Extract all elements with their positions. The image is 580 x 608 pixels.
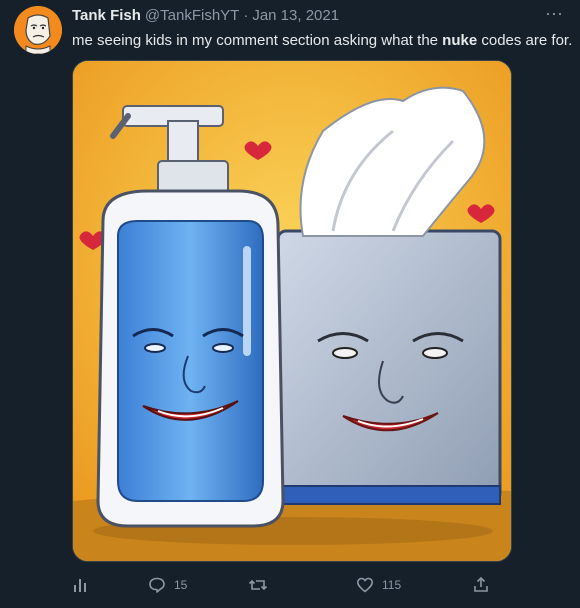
tweet-actions: 15 115 xyxy=(62,570,502,600)
avatar[interactable] xyxy=(14,6,62,54)
tweet-text: me seeing kids in my comment section ask… xyxy=(72,31,572,51)
reply-count: 15 xyxy=(174,578,188,592)
like-button[interactable]: 115 xyxy=(356,570,401,600)
bar-chart-icon xyxy=(74,579,86,592)
tweet-header: Tank Fish @TankFishYT · Jan 13, 2021 xyxy=(72,7,339,27)
like-count: 115 xyxy=(382,578,402,592)
tweet-card[interactable]: Tank Fish @TankFishYT · Jan 13, 2021 ···… xyxy=(0,0,580,608)
retweet-arrows-icon xyxy=(248,579,268,591)
speech-bubble-icon xyxy=(149,577,165,593)
reply-button[interactable]: 15 xyxy=(148,570,187,600)
soap-and-tissue-illustration xyxy=(73,61,511,561)
tweet-text-bold: nuke xyxy=(442,32,478,49)
header-separator: · xyxy=(243,7,249,24)
tweet-image[interactable] xyxy=(72,60,512,562)
tweet-date[interactable]: Jan 13, 2021 xyxy=(252,7,339,24)
tweet-text-end: codes are for. xyxy=(477,32,573,49)
display-name[interactable]: Tank Fish xyxy=(72,7,141,24)
retweet-button[interactable] xyxy=(248,570,268,600)
analytics-button[interactable] xyxy=(72,570,88,600)
tweet-text-start: me seeing kids in my comment section ask… xyxy=(72,32,443,49)
share-button[interactable] xyxy=(472,570,490,600)
more-options-icon[interactable]: ··· xyxy=(540,4,568,26)
user-handle[interactable]: @TankFishYT xyxy=(145,7,239,24)
heart-icon xyxy=(357,577,373,593)
share-upload-icon xyxy=(474,576,488,592)
avatar-face-image xyxy=(14,6,62,54)
